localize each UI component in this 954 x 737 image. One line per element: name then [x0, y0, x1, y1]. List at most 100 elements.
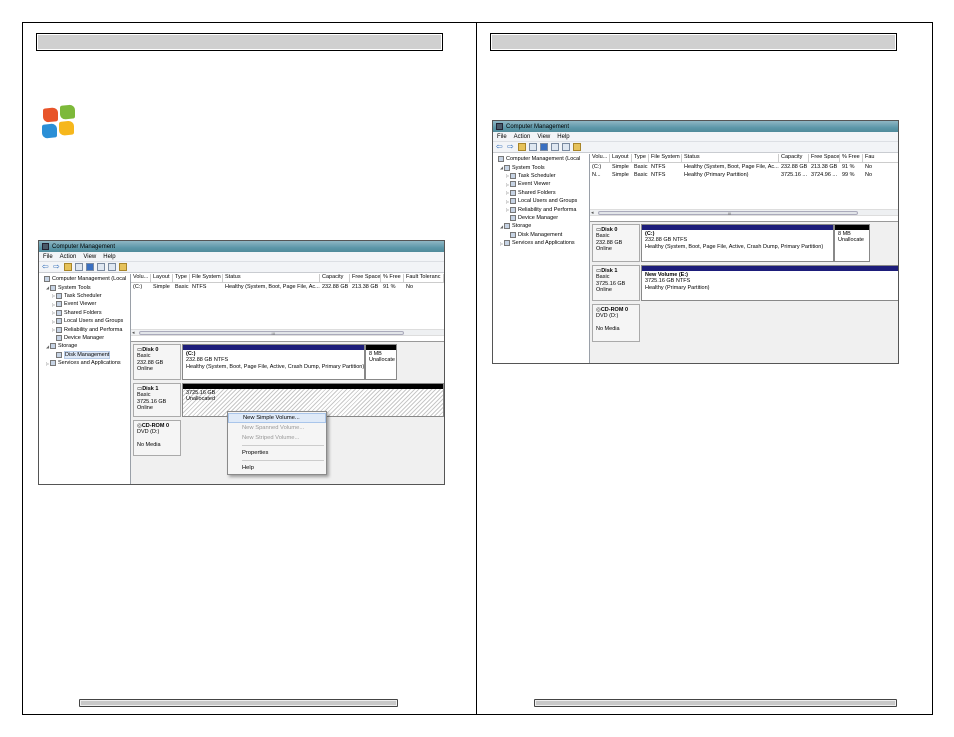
- export-icon[interactable]: [573, 143, 581, 151]
- partition[interactable]: 8 MB Unallocate: [834, 224, 870, 262]
- column-header[interactable]: Layout: [151, 274, 173, 283]
- disk-info[interactable]: ▭Disk 0 Basic 232.88 GB Online: [592, 224, 640, 262]
- table-cell: Healthy (Primary Partition): [684, 172, 749, 179]
- tree-item[interactable]: ▷ Task Scheduler: [39, 292, 130, 300]
- tree-item[interactable]: ▷ Reliability and Performa: [39, 325, 130, 333]
- view-icon[interactable]: [97, 263, 105, 271]
- column-header[interactable]: Volu...: [590, 154, 610, 163]
- table-cell: Basic: [634, 163, 648, 170]
- table-row[interactable]: (C:) Simple Basic NTFS Healthy (System, Boot…: [131, 283, 444, 292]
- partition-status: Healthy (System, Boot, Page File, Active…: [186, 363, 365, 370]
- column-header[interactable]: Type: [632, 154, 649, 163]
- tree-item[interactable]: Disk Management: [493, 231, 589, 239]
- scroll-left-icon[interactable]: ◂: [591, 210, 594, 216]
- disk-info[interactable]: ◎CD-ROM 0 DVD (D:) No Media: [133, 420, 181, 456]
- column-header[interactable]: Layout: [610, 154, 632, 163]
- tree-item[interactable]: ▷ Shared Folders: [493, 189, 589, 197]
- column-header[interactable]: % Free: [381, 274, 404, 283]
- tree-item[interactable]: Computer Management (Local: [493, 155, 589, 163]
- tree-item[interactable]: Computer Management (Local: [39, 275, 130, 283]
- help-icon[interactable]: [86, 263, 94, 271]
- table-cell: 232.88 GB: [322, 283, 349, 290]
- disk-name: Disk 0: [142, 347, 159, 353]
- tree-item[interactable]: ◢ Storage: [493, 222, 589, 230]
- show-hide-tree-icon[interactable]: [75, 263, 83, 271]
- tree-node-icon: [50, 343, 56, 350]
- view-icon[interactable]: [551, 143, 559, 151]
- tree-item-label: Task Scheduler: [518, 172, 556, 179]
- table-cell: NTFS: [651, 172, 666, 179]
- menu-help-item[interactable]: Help: [228, 463, 326, 473]
- column-header[interactable]: Free Space: [809, 154, 840, 163]
- scroll-left-icon[interactable]: ◂: [132, 330, 135, 336]
- tree-item[interactable]: Device Manager: [39, 334, 130, 342]
- help-icon[interactable]: [540, 143, 548, 151]
- menu-properties[interactable]: Properties: [228, 448, 326, 458]
- column-header[interactable]: Fault Toleranc: [404, 274, 444, 283]
- tree-node-icon: [504, 240, 510, 247]
- forward-arrow-icon[interactable]: ⇨: [53, 263, 61, 271]
- column-header[interactable]: Type: [173, 274, 190, 283]
- column-header[interactable]: % Free: [840, 154, 863, 163]
- tree-item[interactable]: ▷ Services and Applications: [493, 239, 589, 247]
- tree-item[interactable]: ▷ Task Scheduler: [493, 172, 589, 180]
- partition[interactable]: New Volume (E:) 3725.16 GB NTFS Healthy (P…: [641, 265, 898, 301]
- column-header[interactable]: File System: [649, 154, 682, 163]
- tree-item[interactable]: ▷ Event Viewer: [493, 180, 589, 188]
- up-folder-icon[interactable]: [518, 143, 526, 151]
- tree-item[interactable]: ▷ Reliability and Performa: [493, 205, 589, 213]
- column-header[interactable]: Status: [223, 274, 320, 283]
- export-icon[interactable]: [119, 263, 127, 271]
- tree-item[interactable]: ◢ System Tools: [493, 163, 589, 171]
- menu-view[interactable]: View: [537, 134, 550, 140]
- disk-info[interactable]: ◎CD-ROM 0 DVD (D:) No Media: [592, 304, 640, 342]
- disk-info[interactable]: ▭Disk 0 Basic 232.88 GB Online: [133, 344, 181, 380]
- horizontal-scrollbar[interactable]: ◂ III: [590, 209, 898, 216]
- tree-item[interactable]: ▷ Event Viewer: [39, 300, 130, 308]
- table-row[interactable]: (C:) Simple Basic NTFS Healthy (System, Boot…: [590, 163, 898, 172]
- menu-file[interactable]: File: [43, 254, 53, 260]
- tree-node-icon: [510, 206, 516, 213]
- back-arrow-icon[interactable]: ⇦: [42, 263, 50, 271]
- horizontal-scrollbar[interactable]: ◂ III: [131, 329, 444, 336]
- disk-info[interactable]: ▭Disk 1 Basic 3725.16 GB Online: [592, 265, 640, 301]
- properties-icon[interactable]: [562, 143, 570, 151]
- menu-help[interactable]: Help: [103, 254, 115, 260]
- column-header[interactable]: Free Space: [350, 274, 381, 283]
- up-folder-icon[interactable]: [64, 263, 72, 271]
- tree-item[interactable]: ◢ System Tools: [39, 283, 130, 291]
- column-header[interactable]: File System: [190, 274, 223, 283]
- tree-item[interactable]: ▷ Local Users and Groups: [493, 197, 589, 205]
- partition[interactable]: 8 MB Unallocate: [365, 344, 397, 380]
- menu-new-simple-volume[interactable]: New Simple Volume...: [228, 413, 326, 423]
- column-header[interactable]: Volu...: [131, 274, 151, 283]
- menu-action[interactable]: Action: [514, 134, 531, 140]
- disk-name: CD-ROM 0: [141, 423, 170, 429]
- tree-item[interactable]: Device Manager: [493, 214, 589, 222]
- partition[interactable]: (C:) 232.88 GB NTFS Healthy (System, Boot,…: [641, 224, 834, 262]
- back-arrow-icon[interactable]: ⇦: [496, 143, 504, 151]
- menu-view[interactable]: View: [83, 254, 96, 260]
- forward-arrow-icon[interactable]: ⇨: [507, 143, 515, 151]
- menu-separator: [242, 460, 324, 461]
- scroll-thumb[interactable]: III: [139, 331, 404, 336]
- tree-item[interactable]: ▷ Local Users and Groups: [39, 317, 130, 325]
- tree-item[interactable]: Disk Management: [39, 350, 130, 359]
- table-row[interactable]: N... Simple Basic NTFS Healthy (Primary Part…: [590, 171, 898, 180]
- partition[interactable]: (C:) 232.88 GB NTFS Healthy (System, Boot,…: [182, 344, 365, 380]
- menu-file[interactable]: File: [497, 134, 507, 140]
- properties-icon[interactable]: [108, 263, 116, 271]
- menu-help[interactable]: Help: [557, 134, 569, 140]
- column-header[interactable]: Status: [682, 154, 779, 163]
- show-hide-tree-icon[interactable]: [529, 143, 537, 151]
- tree-item[interactable]: ▷ Services and Applications: [39, 359, 130, 367]
- menu-action[interactable]: Action: [60, 254, 77, 260]
- tree-item[interactable]: ▷ Shared Folders: [39, 309, 130, 317]
- disk-info[interactable]: ▭Disk 1 Basic 3725.16 GB Online: [133, 383, 181, 417]
- column-header[interactable]: Fau: [863, 154, 898, 163]
- scroll-thumb[interactable]: III: [598, 211, 858, 216]
- tree-item[interactable]: ◢ Storage: [39, 342, 130, 350]
- tree-node-icon: [510, 231, 516, 238]
- column-header[interactable]: Capacity: [320, 274, 350, 283]
- column-header[interactable]: Capacity: [779, 154, 809, 163]
